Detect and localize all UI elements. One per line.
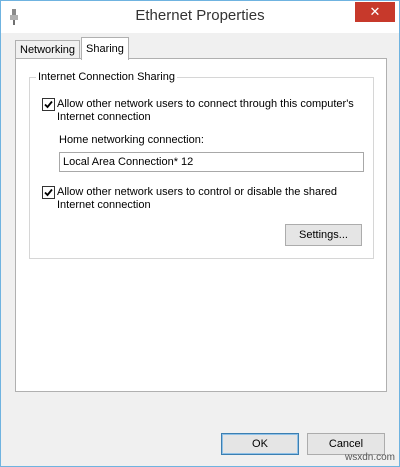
- allow-connect-checkbox[interactable]: [42, 98, 55, 111]
- allow-control-label[interactable]: Allow other network users to control or …: [57, 186, 337, 212]
- home-connection-label: Home networking connection:: [59, 134, 204, 146]
- window-title: Ethernet Properties: [135, 7, 265, 24]
- group-title: Internet Connection Sharing: [36, 71, 177, 83]
- title-bar[interactable]: Ethernet Properties ✕: [1, 1, 399, 33]
- tab-sharing[interactable]: Sharing: [81, 37, 129, 60]
- properties-dialog: Ethernet Properties ✕ Networking Sharing…: [0, 0, 400, 467]
- settings-button[interactable]: Settings...: [285, 224, 362, 246]
- ok-button[interactable]: OK: [221, 433, 299, 455]
- home-connection-field[interactable]: Local Area Connection* 12: [59, 152, 364, 172]
- ics-group: Internet Connection Sharing Allow other …: [29, 71, 374, 259]
- tab-networking[interactable]: Networking: [15, 40, 81, 59]
- allow-control-checkbox[interactable]: [42, 186, 55, 199]
- sharing-panel: Internet Connection Sharing Allow other …: [15, 58, 387, 392]
- checkmark-icon: [44, 100, 53, 109]
- watermark: wsxdn.com: [344, 452, 395, 463]
- close-button[interactable]: ✕: [355, 2, 395, 22]
- checkmark-icon: [44, 188, 53, 197]
- allow-connect-label[interactable]: Allow other network users to connect thr…: [57, 98, 354, 124]
